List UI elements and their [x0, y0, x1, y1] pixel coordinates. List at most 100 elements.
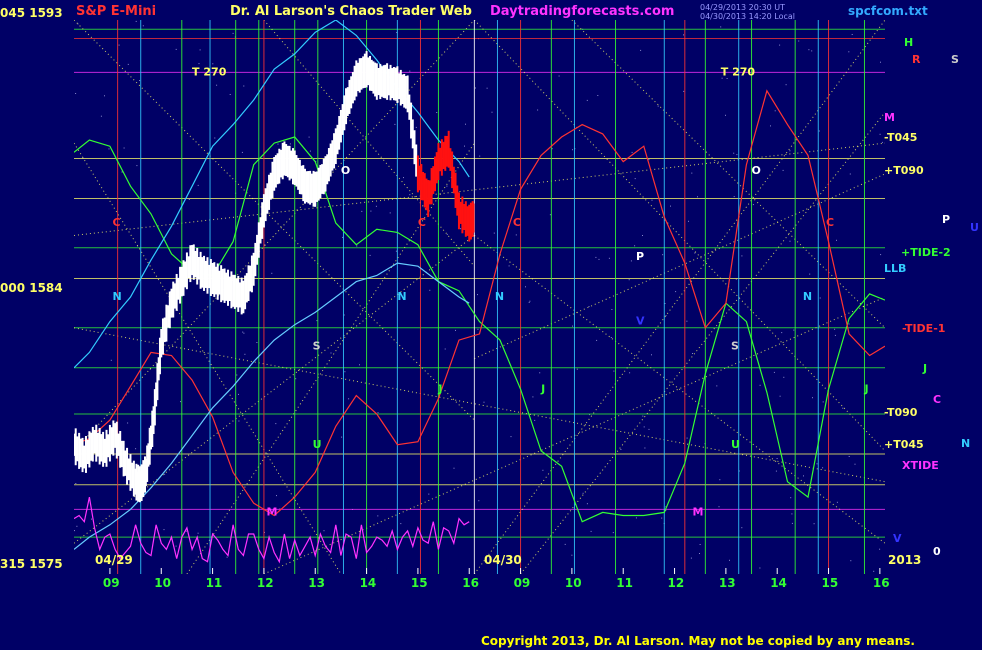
legend-label: P — [942, 213, 951, 226]
background-dot — [812, 397, 813, 399]
background-dot — [773, 371, 775, 373]
background-dot — [453, 467, 455, 469]
background-dot — [686, 437, 688, 439]
background-dot — [789, 240, 791, 242]
y-label-bottom: 315 1575 — [0, 557, 63, 571]
background-dot — [631, 151, 633, 153]
background-dot — [139, 80, 141, 81]
data-file-name: spcfcom.txt — [848, 4, 928, 18]
chart-marker: J — [863, 382, 868, 395]
background-dot — [444, 348, 446, 350]
forecast-line — [473, 20, 885, 574]
series-green — [74, 136, 885, 523]
background-dot — [455, 329, 456, 331]
background-dot — [789, 150, 791, 152]
legend-label: J — [923, 362, 928, 375]
x-tick-label: 11 — [616, 576, 633, 590]
chart-marker: C — [112, 216, 120, 229]
background-dot — [359, 364, 360, 366]
y-label-top: 045 1593 — [0, 6, 63, 20]
background-dot — [657, 105, 659, 107]
background-dot — [465, 123, 466, 125]
background-dot — [842, 407, 844, 409]
background-dot — [818, 130, 820, 132]
background-dot — [135, 448, 137, 450]
background-dot — [588, 306, 590, 307]
background-dot — [400, 523, 402, 525]
chart-marker: S — [731, 339, 739, 352]
background-dot — [595, 256, 597, 258]
background-dot — [377, 515, 379, 517]
background-dot — [719, 479, 721, 481]
timestamp: 04/29/2013 20:30 UT 04/30/2013 14:20 Loc… — [700, 3, 795, 21]
background-dot — [534, 419, 536, 421]
background-dot — [848, 51, 850, 53]
background-dot — [369, 254, 371, 256]
background-dot — [791, 522, 793, 524]
background-dot — [716, 385, 718, 387]
x-tick-label: 09 — [102, 576, 120, 590]
x-tick-label: 10 — [564, 576, 582, 590]
chart-marker: P — [636, 250, 644, 263]
background-dot — [596, 339, 598, 341]
background-dot — [403, 177, 404, 179]
background-dot — [836, 239, 837, 241]
chart-marker: O — [752, 164, 761, 177]
legend-label: -T045 — [884, 131, 918, 144]
background-dot — [809, 273, 811, 275]
background-dot — [539, 372, 541, 374]
background-dot — [537, 109, 539, 111]
background-dot — [848, 456, 850, 457]
legend-label: M — [884, 111, 895, 124]
background-dot — [244, 353, 246, 355]
background-dot — [243, 332, 245, 334]
background-dot — [395, 250, 397, 252]
background-dot — [662, 254, 664, 256]
forecast-line — [74, 142, 885, 236]
background-dot — [493, 232, 495, 234]
year-label: 2013 — [888, 553, 922, 567]
background-dot — [651, 354, 652, 356]
background-dot — [690, 557, 692, 559]
background-dot — [483, 401, 485, 403]
background-dot — [394, 123, 396, 125]
background-dot — [236, 374, 238, 376]
chart-marker: N — [112, 290, 121, 303]
background-dot — [644, 447, 646, 449]
chart-svg: T 270 T 270 C C C C N N N N O O M M U U J J J P S S V — [74, 20, 885, 574]
background-dot — [123, 147, 125, 149]
background-dot — [670, 205, 671, 207]
plot-area: T 270 T 270 C C C C N N N N O O M M U U J J J P S S V — [74, 20, 885, 574]
background-dot — [446, 185, 448, 187]
x-tick-label: 11 — [205, 576, 223, 590]
legend-label: LLB — [884, 262, 907, 275]
background-dot — [75, 93, 77, 94]
background-dot — [803, 475, 804, 477]
background-dot — [597, 95, 599, 96]
background-dot — [135, 20, 137, 22]
x-tick-label: 13 — [718, 576, 736, 590]
background-dot — [199, 49, 201, 51]
forecast-line — [474, 235, 885, 544]
background-dot — [851, 34, 853, 35]
background-dot — [642, 415, 644, 417]
background-dot — [598, 258, 600, 260]
background-dot — [295, 378, 297, 380]
background-dot — [127, 63, 129, 65]
y-label-middle: 000 1584 — [0, 281, 63, 295]
background-dot — [564, 543, 566, 545]
background-dot — [642, 235, 643, 236]
chart-marker: U — [731, 438, 740, 451]
background-dot — [464, 145, 465, 147]
site-link[interactable]: Daytradingforecasts.com — [490, 4, 674, 19]
background-dot — [880, 61, 881, 63]
background-dot — [214, 137, 216, 139]
background-dot — [323, 530, 325, 532]
background-dot — [428, 493, 430, 495]
background-dot — [389, 212, 391, 214]
background-dot — [330, 352, 332, 354]
legend-label: XTIDE — [902, 459, 939, 472]
background-dot — [733, 196, 735, 198]
background-dot — [76, 525, 78, 527]
background-dot — [779, 395, 781, 397]
